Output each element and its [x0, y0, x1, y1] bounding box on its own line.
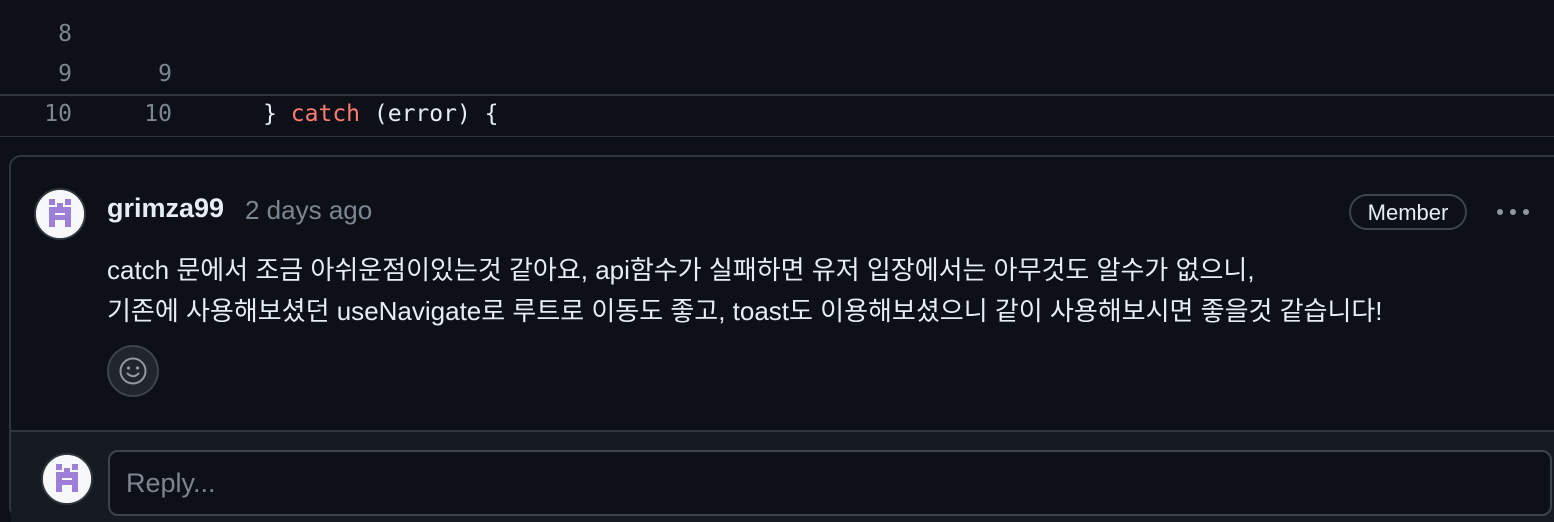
smiley-icon [119, 357, 147, 385]
diff-view: 8 9 } catch (error) { 9 10 console.error… [0, 0, 1554, 137]
diff-row: 10 11 return []; [0, 54, 1554, 127]
old-line-number[interactable]: 11 [12, 136, 72, 137]
add-reaction-button[interactable] [107, 345, 159, 397]
comment-body-line: 기존에 사용해보셨던 useNavigate로 루트로 이동도 좋고, toas… [107, 296, 1383, 326]
identicon-icon [43, 455, 91, 503]
reply-input[interactable] [108, 450, 1552, 516]
reply-area [11, 432, 1554, 522]
avatar[interactable] [34, 188, 86, 240]
review-comment-thread: grimza99 2 days ago Member catch 문에서 조금 … [9, 155, 1554, 522]
comment-author[interactable]: grimza99 [107, 193, 224, 224]
comment-timestamp[interactable]: 2 days ago [245, 195, 372, 226]
diff-row: 8 9 } catch (error) { [0, 0, 1554, 127]
member-badge: Member [1349, 194, 1467, 230]
current-user-avatar[interactable] [41, 453, 93, 505]
comment-options-button[interactable] [1493, 197, 1533, 227]
diff-row: 9 10 console.error("Failed to fetch back… [0, 14, 1554, 127]
kebab-horizontal-icon [1497, 209, 1529, 215]
identicon-icon [36, 190, 84, 238]
diff-row: 11 12 } [0, 94, 1554, 137]
comment-body-line: catch 문에서 조금 아쉬운점이있는것 같아요, api함수가 실패하면 유… [107, 255, 1255, 285]
